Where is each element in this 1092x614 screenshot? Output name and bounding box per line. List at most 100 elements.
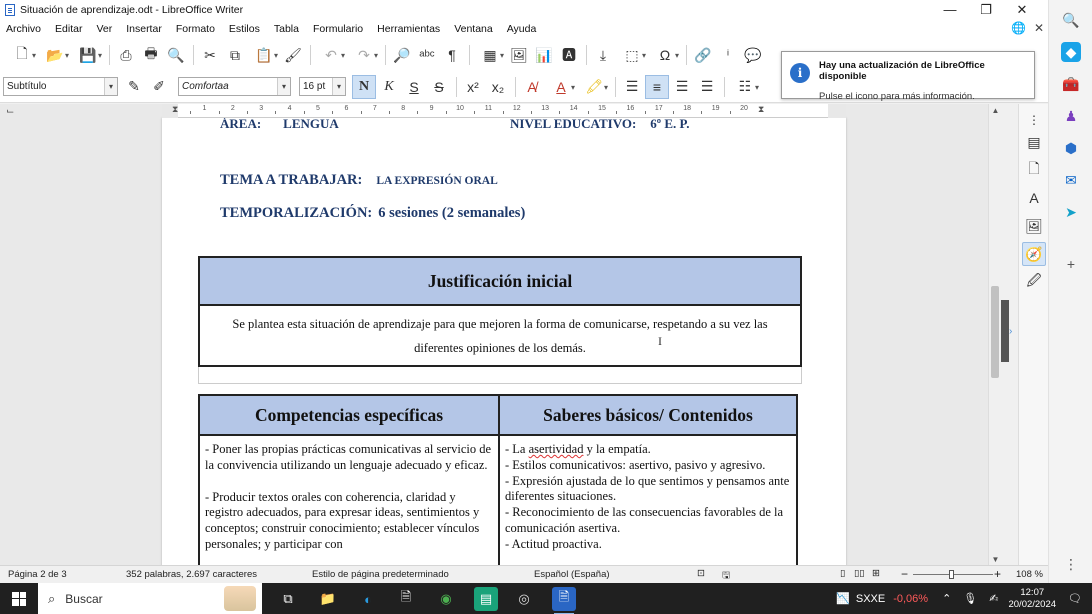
right-indent-marker-icon[interactable]: ⧗: [758, 104, 764, 115]
chevron-right-icon[interactable]: ›: [1009, 326, 1017, 338]
new-style-icon[interactable]: ✐: [147, 75, 171, 99]
taskbar-search[interactable]: ⌕ Buscar: [38, 583, 262, 614]
copilot-icon[interactable]: ◆: [1061, 42, 1081, 62]
chevron-down-icon[interactable]: ▾: [332, 78, 345, 95]
list-icon[interactable]: ☷: [729, 75, 761, 99]
font-size-select[interactable]: 16 pt ▾: [299, 77, 346, 96]
insert-image-icon[interactable]: 🖼: [507, 43, 531, 67]
document-page[interactable]: ÁREA: LENGUA NIVEL EDUCATIVO: 6º E. P. TEM…: [162, 116, 846, 565]
more-icon[interactable]: ⋮: [1061, 554, 1081, 574]
task-view-icon[interactable]: ⧉: [276, 587, 300, 611]
spelling-icon[interactable]: ᵃᵇᶜ: [415, 43, 439, 67]
document-modified-icon[interactable]: 🖫: [722, 568, 730, 584]
pen-icon[interactable]: ✍: [989, 592, 998, 605]
stock-widget[interactable]: 📉 SXXE -0,06%: [836, 592, 928, 606]
properties-icon[interactable]: ▤: [1022, 130, 1046, 154]
obs-icon[interactable]: ◎: [512, 587, 536, 611]
vertical-scrollbar[interactable]: ▲ ▼: [988, 104, 1001, 565]
menu-ventana[interactable]: Ventana: [454, 23, 493, 35]
maximize-button[interactable]: ❐: [968, 0, 1004, 19]
italic-button[interactable]: K: [377, 75, 401, 99]
print-preview-icon[interactable]: 🔍: [164, 43, 188, 67]
sidebar-handle[interactable]: [1001, 300, 1009, 362]
insert-table-icon[interactable]: ▦: [474, 43, 506, 67]
special-character-icon[interactable]: Ω: [649, 43, 681, 67]
single-page-view-icon[interactable]: ▯: [840, 568, 845, 579]
page-icon[interactable]: 🗋: [1022, 158, 1046, 182]
gallery-icon[interactable]: 🖼: [1022, 214, 1046, 238]
paragraph-style-select[interactable]: Subtítulo ▾: [3, 77, 118, 96]
zoom-level[interactable]: 108 %: [1016, 569, 1043, 580]
spelling-error[interactable]: asertividad: [529, 442, 584, 456]
menu-herramientas[interactable]: Herramientas: [377, 23, 440, 35]
subscript-icon[interactable]: x₂: [486, 75, 510, 99]
microphone-icon[interactable]: 🎙: [963, 592, 977, 605]
open-folder-icon[interactable]: 📂: [39, 43, 71, 67]
selection-mode-icon[interactable]: ⊡: [697, 568, 705, 579]
page-indicator[interactable]: Página 2 de 3: [8, 569, 67, 580]
insert-textbox-icon[interactable]: 🅰: [557, 43, 581, 67]
menu-ver[interactable]: Ver: [96, 23, 112, 35]
close-document-icon[interactable]: ✕: [1034, 21, 1044, 35]
chevron-down-icon[interactable]: ▾: [104, 78, 117, 95]
zoom-out-button[interactable]: −: [901, 567, 908, 581]
zoom-slider-knob[interactable]: [949, 570, 954, 579]
add-icon[interactable]: +: [1061, 254, 1081, 274]
update-style-icon[interactable]: ✎: [122, 75, 146, 99]
superscript-icon[interactable]: x²: [461, 75, 485, 99]
office-icon[interactable]: ⬢: [1061, 138, 1081, 158]
games-icon[interactable]: ♟: [1061, 106, 1081, 126]
zoom-in-button[interactable]: +: [994, 567, 1001, 581]
page-break-icon[interactable]: ⤓: [591, 43, 615, 67]
scrollbar-thumb[interactable]: [991, 286, 999, 378]
underline-button[interactable]: S: [402, 75, 426, 99]
navigator-icon[interactable]: 🧭: [1022, 242, 1046, 266]
language[interactable]: Español (España): [534, 569, 610, 580]
chevron-up-icon[interactable]: ⌃: [942, 592, 951, 605]
menu-archivo[interactable]: Archivo: [6, 23, 41, 35]
menu-formulario[interactable]: Formulario: [313, 23, 363, 35]
formatting-marks-icon[interactable]: ¶: [440, 43, 464, 67]
insert-field-icon[interactable]: ⬚: [616, 43, 648, 67]
start-button[interactable]: [0, 583, 38, 614]
clear-formatting-icon[interactable]: A̸: [520, 75, 544, 99]
page-style[interactable]: Estilo de página predeterminado: [312, 569, 449, 580]
paste-icon[interactable]: 📋: [248, 43, 280, 67]
file-explorer-icon[interactable]: 📁: [316, 587, 340, 611]
styles-icon[interactable]: A: [1022, 186, 1046, 210]
writer-taskbar-icon[interactable]: 🗎: [552, 587, 576, 614]
print-icon[interactable]: 🖶: [139, 43, 163, 67]
menu-estilos[interactable]: Estilos: [229, 23, 260, 35]
notepad-icon[interactable]: 🗎: [394, 587, 418, 611]
undo-icon[interactable]: ↶: [315, 43, 347, 67]
outlook-icon[interactable]: ✉: [1061, 170, 1081, 190]
edge-icon[interactable]: ◐: [356, 587, 380, 611]
style-inspector-icon[interactable]: 🖉: [1022, 270, 1046, 294]
align-right-icon[interactable]: ☰: [670, 75, 694, 99]
minimize-button[interactable]: —: [932, 0, 968, 19]
scroll-down-icon[interactable]: ▼: [989, 553, 1002, 565]
update-globe-icon[interactable]: 🌐: [1011, 21, 1026, 35]
clone-formatting-icon[interactable]: 🖌: [281, 43, 305, 67]
highlight-color-icon[interactable]: 🖍: [578, 75, 610, 99]
document-area[interactable]: ⌙ ÁREA: LENGUA NIVEL EDUCATIVO: 6º E. P. T…: [0, 104, 988, 565]
insert-chart-icon[interactable]: 📊: [532, 43, 556, 67]
align-center-icon[interactable]: ≡: [645, 74, 669, 99]
export-pdf-icon[interactable]: ⎙: [114, 43, 138, 67]
search-highlight-image[interactable]: [224, 586, 256, 611]
menu-editar[interactable]: Editar: [55, 23, 82, 35]
tab-stop-icon[interactable]: ⌙: [6, 106, 14, 117]
chrome-icon[interactable]: ◉: [434, 587, 458, 611]
notifications-icon[interactable]: 🗨: [1068, 592, 1082, 605]
search-icon[interactable]: 🔍: [1061, 10, 1081, 30]
align-left-icon[interactable]: ☰: [620, 75, 644, 99]
update-notification[interactable]: i Hay una actualización de LibreOffice d…: [781, 51, 1035, 102]
copy-icon[interactable]: ⧉: [223, 43, 247, 67]
clock[interactable]: 12:07 20/02/2024: [1008, 587, 1056, 611]
find-replace-icon[interactable]: 🔎: [390, 43, 414, 67]
tools-icon[interactable]: 🧰: [1061, 74, 1081, 94]
menu-insertar[interactable]: Insertar: [126, 23, 162, 35]
font-name-select[interactable]: Comfortaa ▾: [178, 77, 291, 96]
horizontal-ruler[interactable]: ⧗ ⧗ 1 2 3 4 5 6 7 8 9 10 11 12 13 14 15 16 17 18 19 20: [162, 104, 846, 118]
comment-icon[interactable]: 💬: [741, 43, 765, 67]
